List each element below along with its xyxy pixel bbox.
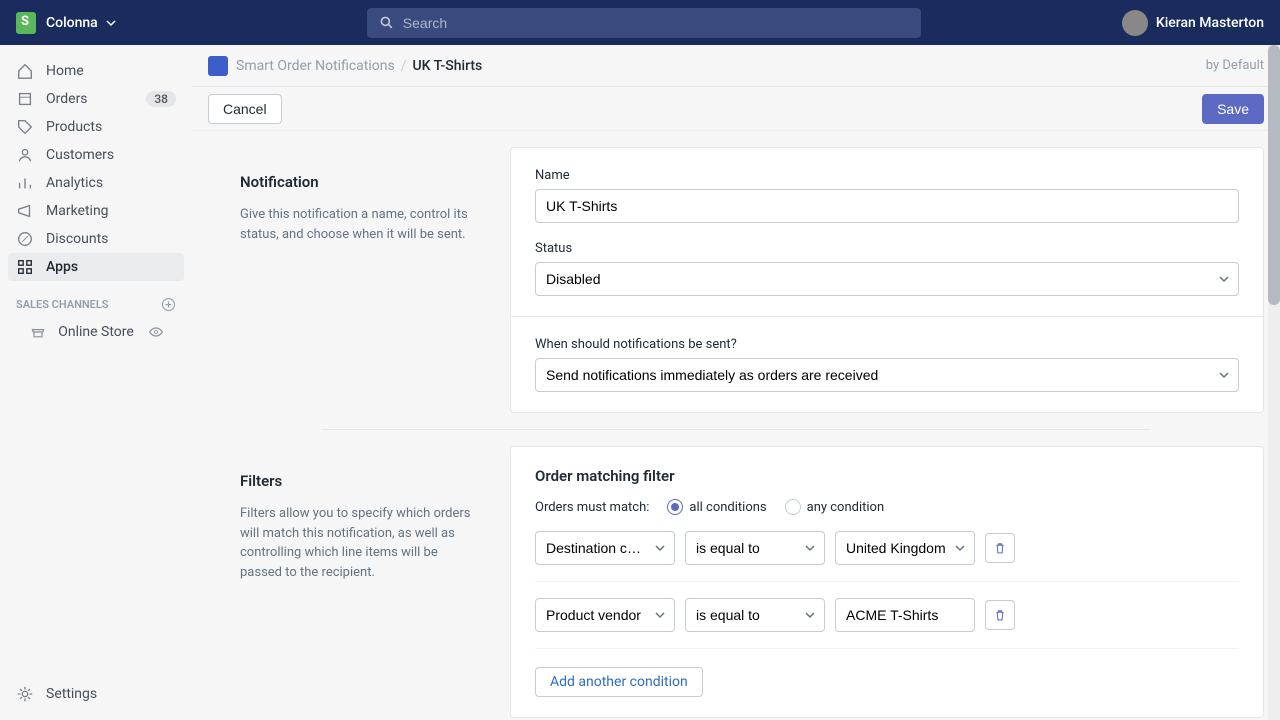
nav-home[interactable]: Home [8, 57, 184, 85]
app-icon [208, 56, 228, 76]
main: Smart Order Notifications / UK T-Shirts … [192, 45, 1280, 720]
nav-analytics[interactable]: Analytics [8, 169, 184, 197]
filters-section: Filters Filters allow you to specify whi… [208, 446, 1264, 720]
nav-online-store[interactable]: Online Store [8, 318, 184, 346]
cond-field-select[interactable]: Product vendor [535, 598, 675, 632]
cancel-button[interactable]: Cancel [208, 94, 282, 124]
nav-settings[interactable]: Settings [8, 680, 184, 708]
nav-label: Analytics [46, 175, 103, 191]
user-menu[interactable]: Kieran Masterton [1122, 10, 1264, 36]
topbar: Colonna Kieran Masterton [0, 0, 1280, 45]
analytics-icon [16, 174, 34, 192]
order-matching-card: Order matching filter Orders must match:… [510, 446, 1264, 718]
breadcrumb-current: UK T-Shirts [413, 58, 483, 74]
section-divider [322, 429, 1150, 430]
radio-icon [785, 499, 801, 515]
nav-label: Orders [46, 91, 88, 107]
search-wrap [166, 8, 1122, 38]
nav-apps[interactable]: Apps [8, 253, 184, 281]
store-name: Colonna [46, 15, 98, 31]
radio-icon [667, 499, 683, 515]
nav-products[interactable]: Products [8, 113, 184, 141]
delete-condition-button[interactable] [985, 600, 1015, 630]
condition-row: Destination country is equal to United K… [535, 515, 1239, 582]
radio-any[interactable]: any condition [785, 499, 885, 515]
section-desc: Give this notification a name, control i… [240, 205, 478, 244]
nav-label: Products [46, 119, 102, 135]
search-bar[interactable] [367, 8, 921, 38]
save-button[interactable]: Save [1202, 94, 1264, 124]
nav-discounts[interactable]: Discounts [8, 225, 184, 253]
when-select[interactable]: Send notifications immediately as orders… [535, 358, 1239, 392]
condition-row: Product vendor is equal to [535, 582, 1239, 649]
cond-op-select[interactable]: is equal to [685, 531, 825, 565]
scrollbar-thumb[interactable] [1268, 45, 1280, 305]
store-switcher[interactable]: Colonna [46, 15, 166, 31]
name-input[interactable] [535, 189, 1239, 223]
match-prompt: Orders must match: [535, 500, 649, 515]
nav-customers[interactable]: Customers [8, 141, 184, 169]
sales-channels-heading: SALES CHANNELS [8, 297, 184, 312]
nav-label: Discounts [46, 231, 108, 247]
breadcrumb-sep: / [401, 58, 407, 74]
nav-orders[interactable]: Orders 38 [8, 85, 184, 113]
matching-title: Order matching filter [535, 467, 1239, 485]
notification-section: Notification Give this notification a na… [208, 147, 1264, 413]
nav-label: Online Store [58, 324, 134, 340]
scrollbar[interactable] [1268, 45, 1280, 720]
discount-icon [16, 230, 34, 248]
section-title: Notification [240, 173, 478, 191]
cond-op-select[interactable]: is equal to [685, 598, 825, 632]
delete-condition-button[interactable] [985, 533, 1015, 563]
status-select[interactable]: Disabled [535, 262, 1239, 296]
when-label: When should notifications be sent? [535, 337, 1239, 352]
status-label: Status [535, 241, 1239, 256]
avatar [1122, 10, 1148, 36]
person-icon [16, 146, 34, 164]
store-icon [30, 324, 46, 340]
chevron-down-icon [106, 18, 116, 28]
nav-label: Home [46, 63, 84, 79]
radio-all[interactable]: all conditions [667, 499, 766, 515]
shopify-logo [16, 12, 36, 34]
cond-value-select[interactable]: United Kingdom [835, 531, 975, 565]
nav-marketing[interactable]: Marketing [8, 197, 184, 225]
nav-label: Settings [46, 686, 97, 702]
add-condition-button[interactable]: Add another condition [535, 667, 703, 697]
name-label: Name [535, 168, 1239, 183]
section-title: Filters [240, 472, 478, 490]
nav-label: Apps [46, 259, 78, 275]
apps-icon [16, 258, 34, 276]
action-bar: Cancel Save [192, 87, 1280, 131]
section-desc: Filters allow you to specify which order… [240, 504, 478, 582]
notification-card: Name Status Disabled [510, 147, 1264, 413]
orders-icon [16, 90, 34, 108]
trash-icon [993, 608, 1007, 622]
breadcrumb-app[interactable]: Smart Order Notifications [236, 58, 395, 74]
home-icon [16, 62, 34, 80]
eye-icon[interactable] [148, 324, 164, 340]
tag-icon [16, 118, 34, 136]
orders-badge: 38 [146, 91, 176, 107]
user-name: Kieran Masterton [1156, 15, 1264, 31]
cond-field-select[interactable]: Destination country [535, 531, 675, 565]
megaphone-icon [16, 202, 34, 220]
nav-label: Marketing [46, 203, 109, 219]
cond-value-input[interactable] [835, 598, 975, 632]
page-header: Smart Order Notifications / UK T-Shirts … [192, 45, 1280, 87]
gear-icon [16, 685, 34, 703]
nav-label: Customers [46, 147, 114, 163]
search-input[interactable] [403, 15, 909, 31]
by-default: by Default [1206, 58, 1264, 73]
trash-icon [993, 541, 1007, 555]
search-icon [379, 15, 395, 31]
sidebar: Home Orders 38 Products Customers Analyti… [0, 45, 192, 720]
add-channel-icon[interactable] [161, 297, 176, 312]
